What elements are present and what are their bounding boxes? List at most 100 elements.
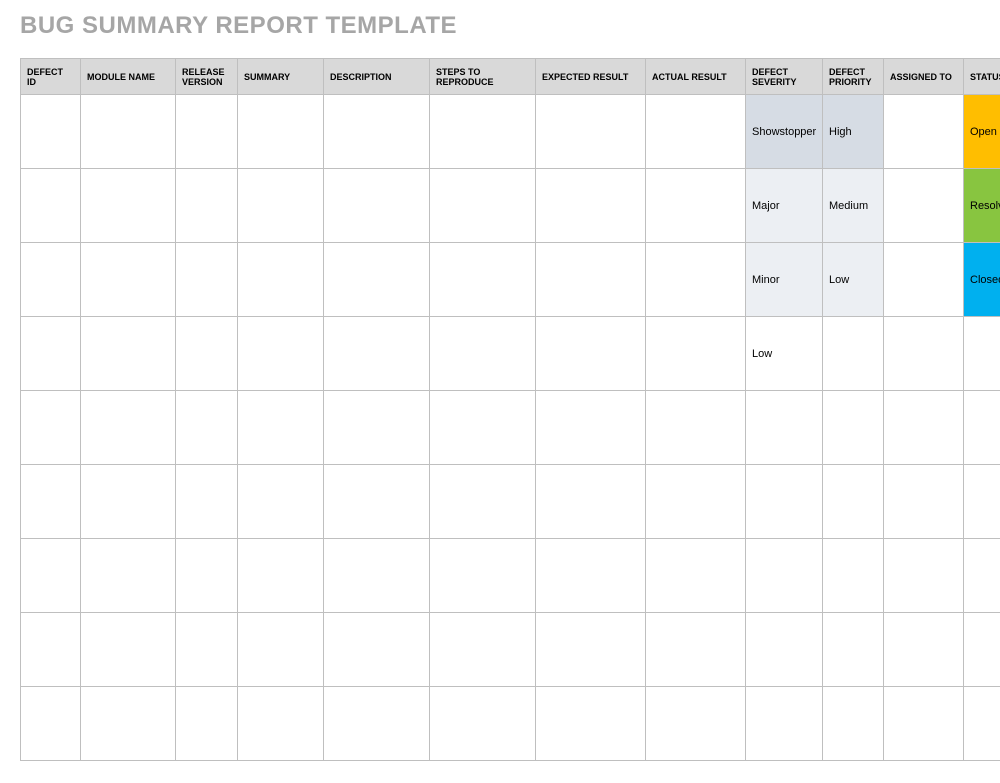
cell-description[interactable] [324, 169, 430, 243]
cell-steps[interactable] [430, 539, 536, 613]
cell-description[interactable] [324, 243, 430, 317]
cell-module-name[interactable] [81, 243, 176, 317]
cell-expected[interactable] [536, 317, 646, 391]
cell-summary[interactable] [238, 95, 324, 169]
cell-status[interactable] [964, 539, 1000, 613]
cell-status[interactable] [964, 465, 1000, 539]
cell-steps[interactable] [430, 613, 536, 687]
cell-assigned[interactable] [884, 465, 964, 539]
cell-priority[interactable] [823, 465, 884, 539]
cell-summary[interactable] [238, 539, 324, 613]
cell-defect-id[interactable] [21, 465, 81, 539]
cell-steps[interactable] [430, 465, 536, 539]
cell-priority[interactable] [823, 539, 884, 613]
cell-release-version[interactable] [176, 613, 238, 687]
cell-module-name[interactable] [81, 317, 176, 391]
cell-module-name[interactable] [81, 613, 176, 687]
cell-description[interactable] [324, 687, 430, 761]
cell-assigned[interactable] [884, 317, 964, 391]
cell-defect-id[interactable] [21, 539, 81, 613]
cell-actual[interactable] [646, 391, 746, 465]
cell-expected[interactable] [536, 687, 646, 761]
cell-defect-id[interactable] [21, 317, 81, 391]
cell-defect-id[interactable] [21, 169, 81, 243]
cell-summary[interactable] [238, 687, 324, 761]
cell-assigned[interactable] [884, 391, 964, 465]
cell-description[interactable] [324, 391, 430, 465]
cell-actual[interactable] [646, 465, 746, 539]
cell-actual[interactable] [646, 613, 746, 687]
cell-assigned[interactable] [884, 687, 964, 761]
cell-steps[interactable] [430, 95, 536, 169]
cell-priority[interactable]: High [823, 95, 884, 169]
cell-release-version[interactable] [176, 317, 238, 391]
cell-status[interactable]: Closed [964, 243, 1000, 317]
cell-release-version[interactable] [176, 539, 238, 613]
cell-description[interactable] [324, 539, 430, 613]
cell-actual[interactable] [646, 687, 746, 761]
cell-module-name[interactable] [81, 687, 176, 761]
cell-summary[interactable] [238, 613, 324, 687]
cell-priority[interactable] [823, 613, 884, 687]
cell-summary[interactable] [238, 243, 324, 317]
cell-severity[interactable]: Showstopper [746, 95, 823, 169]
cell-status[interactable] [964, 687, 1000, 761]
cell-release-version[interactable] [176, 391, 238, 465]
cell-severity[interactable]: Low [746, 317, 823, 391]
cell-module-name[interactable] [81, 95, 176, 169]
cell-expected[interactable] [536, 243, 646, 317]
cell-status[interactable] [964, 391, 1000, 465]
cell-module-name[interactable] [81, 539, 176, 613]
cell-actual[interactable] [646, 539, 746, 613]
cell-expected[interactable] [536, 539, 646, 613]
cell-severity[interactable] [746, 539, 823, 613]
cell-actual[interactable] [646, 243, 746, 317]
cell-summary[interactable] [238, 391, 324, 465]
cell-steps[interactable] [430, 169, 536, 243]
cell-release-version[interactable] [176, 243, 238, 317]
cell-module-name[interactable] [81, 465, 176, 539]
cell-assigned[interactable] [884, 243, 964, 317]
cell-priority[interactable] [823, 687, 884, 761]
cell-defect-id[interactable] [21, 613, 81, 687]
cell-actual[interactable] [646, 169, 746, 243]
cell-defect-id[interactable] [21, 95, 81, 169]
cell-steps[interactable] [430, 687, 536, 761]
cell-description[interactable] [324, 317, 430, 391]
cell-release-version[interactable] [176, 95, 238, 169]
cell-priority[interactable]: Low [823, 243, 884, 317]
cell-defect-id[interactable] [21, 687, 81, 761]
cell-steps[interactable] [430, 243, 536, 317]
cell-module-name[interactable] [81, 391, 176, 465]
cell-release-version[interactable] [176, 169, 238, 243]
cell-description[interactable] [324, 95, 430, 169]
cell-release-version[interactable] [176, 687, 238, 761]
cell-steps[interactable] [430, 391, 536, 465]
cell-defect-id[interactable] [21, 243, 81, 317]
cell-assigned[interactable] [884, 539, 964, 613]
cell-severity[interactable]: Minor [746, 243, 823, 317]
cell-status[interactable]: Open [964, 95, 1000, 169]
cell-actual[interactable] [646, 317, 746, 391]
cell-priority[interactable]: Medium [823, 169, 884, 243]
cell-priority[interactable] [823, 317, 884, 391]
cell-steps[interactable] [430, 317, 536, 391]
cell-expected[interactable] [536, 391, 646, 465]
cell-priority[interactable] [823, 391, 884, 465]
cell-expected[interactable] [536, 169, 646, 243]
cell-assigned[interactable] [884, 613, 964, 687]
cell-status[interactable] [964, 613, 1000, 687]
cell-summary[interactable] [238, 169, 324, 243]
cell-module-name[interactable] [81, 169, 176, 243]
cell-status[interactable] [964, 317, 1000, 391]
cell-description[interactable] [324, 465, 430, 539]
cell-status[interactable]: Resolved [964, 169, 1000, 243]
cell-description[interactable] [324, 613, 430, 687]
cell-expected[interactable] [536, 95, 646, 169]
cell-summary[interactable] [238, 317, 324, 391]
cell-actual[interactable] [646, 95, 746, 169]
cell-summary[interactable] [238, 465, 324, 539]
cell-severity[interactable] [746, 391, 823, 465]
cell-release-version[interactable] [176, 465, 238, 539]
cell-expected[interactable] [536, 465, 646, 539]
